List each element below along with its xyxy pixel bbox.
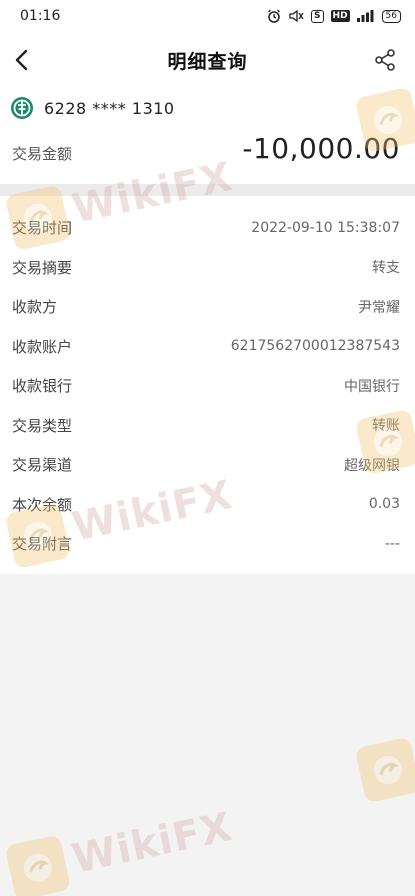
account-row: 6228 **** 1310 bbox=[10, 96, 175, 120]
battery-icon: 56 bbox=[381, 9, 401, 23]
detail-label: 收款账户 bbox=[12, 337, 73, 356]
amount-label: 交易金额 bbox=[12, 145, 73, 163]
detail-label: 交易类型 bbox=[12, 416, 73, 435]
page-title: 明细查询 bbox=[167, 50, 248, 73]
status-time: 01:16 bbox=[20, 8, 61, 24]
transaction-summary: 6228 **** 1310 交易金额 -10,000.00 bbox=[0, 88, 415, 184]
back-button[interactable] bbox=[6, 44, 38, 76]
detail-value: 尹常耀 bbox=[358, 299, 400, 316]
section-divider bbox=[0, 184, 415, 196]
status-bar: 01:16 S HD 56 bbox=[0, 0, 415, 32]
detail-row-type: 交易类型 转账 bbox=[0, 406, 415, 446]
detail-label: 交易摘要 bbox=[12, 258, 73, 277]
detail-value: 转账 bbox=[372, 418, 400, 435]
detail-value: 超级网银 bbox=[344, 457, 400, 474]
mute-icon bbox=[288, 9, 304, 23]
s-icon: S bbox=[311, 9, 324, 23]
status-icons: S HD 56 bbox=[267, 9, 401, 23]
detail-row-time: 交易时间 2022-09-10 15:38:07 bbox=[0, 208, 415, 248]
detail-value: 0.03 bbox=[368, 496, 400, 513]
chevron-left-icon bbox=[15, 49, 28, 71]
details-list: 交易时间 2022-09-10 15:38:07 交易摘要 转支 收款方 尹常耀… bbox=[0, 196, 415, 574]
detail-row-channel: 交易渠道 超级网银 bbox=[0, 445, 415, 485]
amount-value: -10,000.00 bbox=[242, 132, 400, 165]
empty-area bbox=[0, 574, 415, 896]
detail-label: 交易附言 bbox=[12, 535, 73, 554]
detail-row-balance: 本次余额 0.03 bbox=[0, 485, 415, 525]
detail-label: 收款银行 bbox=[12, 377, 73, 396]
detail-label: 本次余额 bbox=[12, 495, 73, 514]
hd-icon: HD bbox=[330, 10, 350, 22]
detail-row-payee-bank: 收款银行 中国银行 bbox=[0, 366, 415, 406]
detail-value: --- bbox=[384, 535, 400, 552]
detail-label: 交易渠道 bbox=[12, 456, 73, 475]
detail-row-memo: 交易附言 --- bbox=[0, 524, 415, 564]
signal-icon bbox=[356, 10, 375, 22]
account-number: 6228 **** 1310 bbox=[44, 98, 175, 118]
detail-row-summary: 交易摘要 转支 bbox=[0, 248, 415, 288]
detail-value: 转支 bbox=[372, 260, 400, 277]
share-icon bbox=[375, 49, 395, 71]
detail-value: 2022-09-10 15:38:07 bbox=[251, 219, 400, 236]
screen: 01:16 S HD 56 明细查询 6228 **** 1310 交易金额 -… bbox=[0, 0, 415, 896]
share-button[interactable] bbox=[369, 44, 401, 76]
detail-row-payee: 收款方 尹常耀 bbox=[0, 287, 415, 327]
nav-header: 明细查询 bbox=[0, 32, 415, 88]
detail-row-payee-account: 收款账户 6217562700012387543 bbox=[0, 327, 415, 367]
detail-value: 6217562700012387543 bbox=[230, 338, 400, 355]
alarm-icon bbox=[267, 9, 281, 23]
detail-label: 收款方 bbox=[12, 298, 58, 317]
detail-label: 交易时间 bbox=[12, 219, 73, 238]
detail-value: 中国银行 bbox=[344, 378, 400, 395]
bank-logo-icon bbox=[11, 97, 33, 119]
